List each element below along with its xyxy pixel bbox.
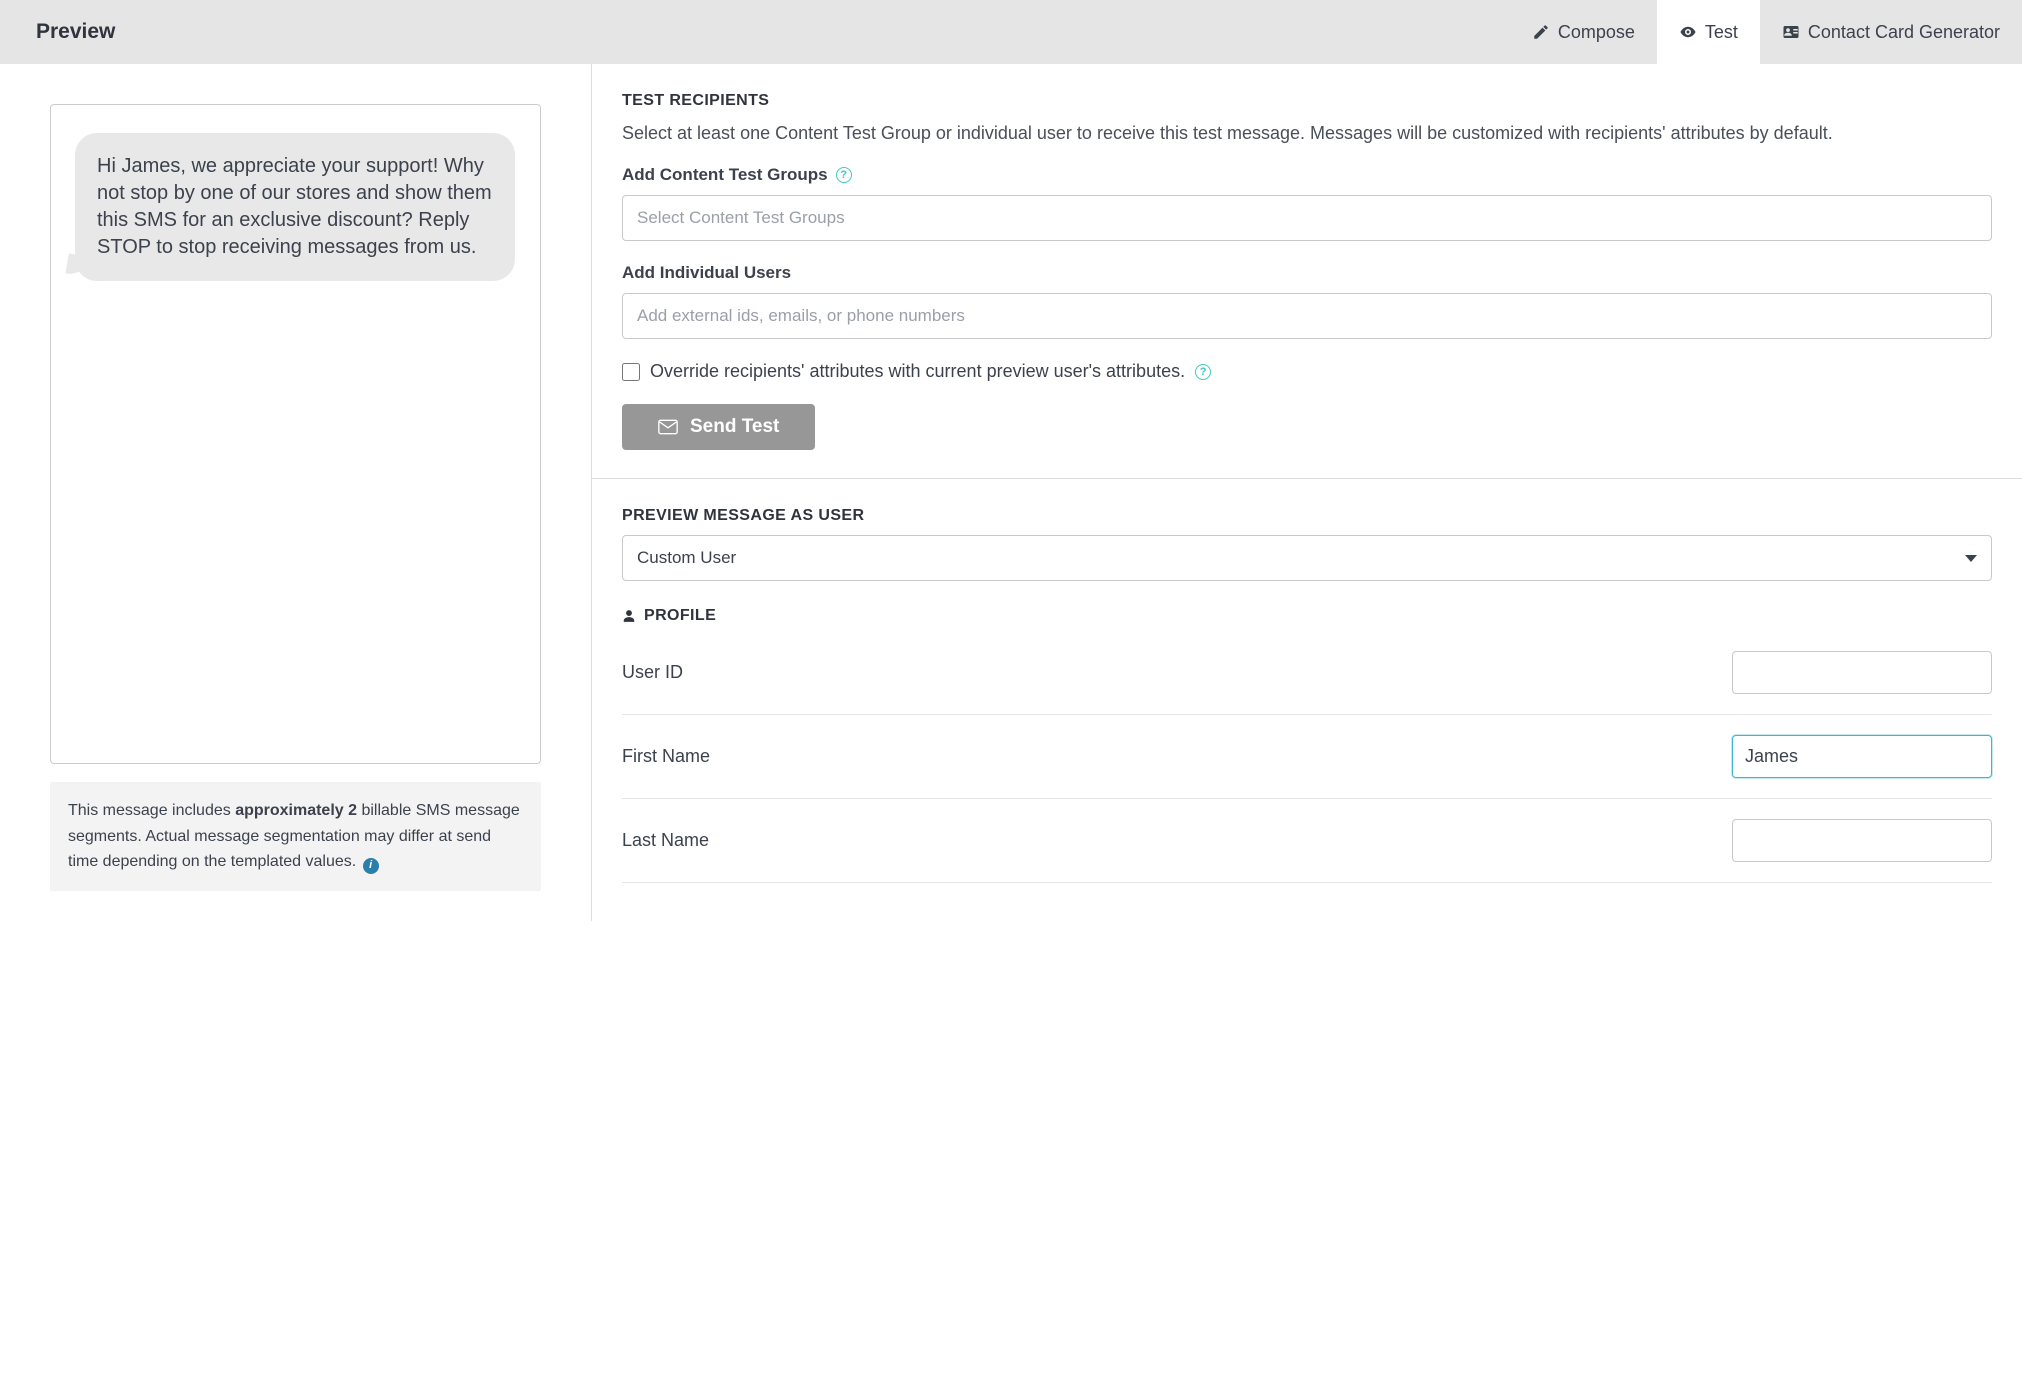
preview-user-select[interactable]: Custom User	[622, 535, 1992, 581]
send-test-label: Send Test	[690, 416, 779, 438]
first-name-input[interactable]	[1732, 735, 1992, 778]
section-preview-as-user: PREVIEW MESSAGE AS USER Custom User PROF…	[592, 478, 2022, 911]
segments-prefix: This message includes	[68, 802, 235, 819]
user-id-label: User ID	[622, 662, 683, 683]
phone-frame: Hi James, we appreciate your support! Wh…	[50, 104, 541, 764]
override-checkbox[interactable]	[622, 363, 640, 381]
section-test-recipients: TEST RECIPIENTS Select at least one Cont…	[592, 64, 2022, 478]
override-checkbox-row[interactable]: Override recipients' attributes with cur…	[622, 361, 1992, 382]
help-icon[interactable]: ?	[836, 167, 852, 183]
topbar: Preview Compose Test Contact Card Genera…	[0, 0, 2022, 64]
first-name-label: First Name	[622, 746, 710, 767]
tab-contact-card[interactable]: Contact Card Generator	[1760, 0, 2022, 64]
tab-contact-card-label: Contact Card Generator	[1808, 22, 2000, 43]
override-label: Override recipients' attributes with cur…	[650, 361, 1185, 382]
profile-row-first-name: First Name	[622, 715, 1992, 799]
groups-input[interactable]	[622, 195, 1992, 241]
segments-count: approximately 2	[235, 802, 357, 819]
send-test-button[interactable]: Send Test	[622, 404, 815, 450]
test-recipients-heading: TEST RECIPIENTS	[622, 92, 1992, 110]
person-icon	[622, 608, 636, 624]
pencil-icon	[1532, 23, 1550, 41]
field-content-test-groups: Add Content Test Groups ?	[622, 165, 1992, 241]
tabs: Compose Test Contact Card Generator	[1510, 0, 2022, 64]
users-label: Add Individual Users	[622, 263, 791, 283]
form-panel: TEST RECIPIENTS Select at least one Cont…	[592, 64, 2022, 921]
test-recipients-desc: Select at least one Content Test Group o…	[622, 120, 1992, 147]
segments-notice: This message includes approximately 2 bi…	[50, 782, 541, 891]
sms-bubble: Hi James, we appreciate your support! Wh…	[75, 133, 515, 281]
profile-row-last-name: Last Name	[622, 799, 1992, 883]
preview-panel: Hi James, we appreciate your support! Wh…	[0, 64, 592, 921]
users-input[interactable]	[622, 293, 1992, 339]
last-name-input[interactable]	[1732, 819, 1992, 862]
preview-user-selected: Custom User	[637, 548, 736, 568]
user-id-input[interactable]	[1732, 651, 1992, 694]
field-individual-users: Add Individual Users	[622, 263, 1992, 339]
info-icon[interactable]: i	[363, 858, 379, 874]
tab-compose[interactable]: Compose	[1510, 0, 1657, 64]
groups-label: Add Content Test Groups	[622, 165, 828, 185]
help-icon[interactable]: ?	[1195, 364, 1211, 380]
tab-test[interactable]: Test	[1657, 0, 1760, 64]
main: Hi James, we appreciate your support! Wh…	[0, 64, 2022, 921]
profile-row-user-id: User ID	[622, 631, 1992, 715]
last-name-label: Last Name	[622, 830, 709, 851]
mail-icon	[658, 419, 678, 435]
eye-icon	[1679, 23, 1697, 41]
contact-card-icon	[1782, 23, 1800, 41]
page-title: Preview	[0, 0, 1510, 64]
profile-heading: PROFILE	[622, 607, 1992, 625]
preview-as-user-heading: PREVIEW MESSAGE AS USER	[622, 507, 1992, 525]
chevron-down-icon	[1965, 555, 1977, 562]
tab-test-label: Test	[1705, 22, 1738, 43]
tab-compose-label: Compose	[1558, 22, 1635, 43]
